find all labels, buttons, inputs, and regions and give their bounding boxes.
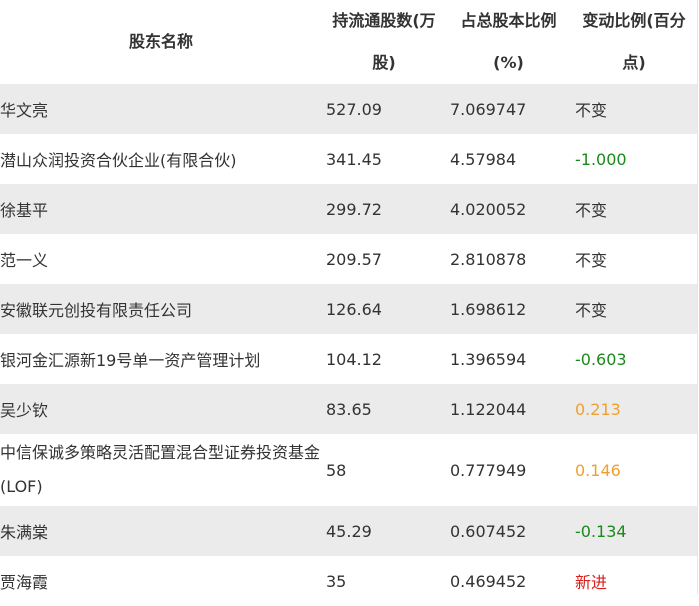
cell-holder-name: 贾海霞 (0, 573, 49, 592)
cell-holder-name: 潜山众润投资合伙企业(有限合伙) (0, 151, 237, 170)
header-change-ratio: 变动比例(百分点) (582, 11, 686, 72)
table-row: 华文亮 527.09 7.069747 不变 (0, 84, 697, 134)
table-row: 安徽联元创投有限责任公司 126.64 1.698612 不变 (0, 284, 697, 334)
cell-float-shares: 299.72 (326, 199, 382, 219)
cell-float-shares: 104.12 (326, 349, 382, 369)
cell-float-shares: 83.65 (326, 399, 372, 419)
cell-float-shares: 45.29 (326, 521, 372, 541)
cell-change-ratio: -0.134 (575, 521, 627, 541)
cell-share-ratio: 1.698612 (450, 299, 527, 319)
cell-holder-name: 中信保诚多策略灵活配置混合型证券投资基金(LOF) (0, 443, 321, 496)
table-row: 范一义 209.57 2.810878 不变 (0, 234, 697, 284)
top-float-shareholders-table: 股东名称 持流通股数(万股) 占总股本比例(%) 变动比例(百分点) 华文亮 52… (0, 0, 697, 606)
cell-holder-name: 徐基平 (0, 201, 49, 220)
cell-change-ratio: -1.000 (575, 149, 627, 169)
table-header-row: 股东名称 持流通股数(万股) 占总股本比例(%) 变动比例(百分点) (0, 0, 697, 84)
header-share-ratio: 占总股本比例(%) (460, 11, 557, 72)
cell-share-ratio: 4.57984 (450, 149, 517, 169)
cell-share-ratio: 7.069747 (450, 99, 527, 119)
cell-change-ratio: 不变 (575, 201, 608, 220)
cell-float-shares: 126.64 (326, 299, 382, 319)
cell-holder-name: 银河金汇源新19号单一资产管理计划 (0, 351, 261, 370)
cell-share-ratio: 0.469452 (450, 571, 527, 591)
cell-share-ratio: 4.020052 (450, 199, 527, 219)
cell-change-ratio: -0.603 (575, 349, 627, 369)
cell-holder-name: 朱满棠 (0, 523, 49, 542)
cell-holder-name: 吴少钦 (0, 401, 49, 420)
table-row: 贾海霞 35 0.469452 新进 (0, 556, 697, 606)
shareholder-table-container: 股东名称 持流通股数(万股) 占总股本比例(%) 变动比例(百分点) 华文亮 52… (0, 0, 698, 606)
cell-share-ratio: 0.777949 (450, 460, 527, 480)
table-row: 潜山众润投资合伙企业(有限合伙) 341.45 4.57984 -1.000 (0, 134, 697, 184)
cell-share-ratio: 1.396594 (450, 349, 527, 369)
cell-holder-name: 华文亮 (0, 101, 49, 120)
table-row: 吴少钦 83.65 1.122044 0.213 (0, 384, 697, 434)
cell-share-ratio: 1.122044 (450, 399, 527, 419)
cell-change-ratio: 0.213 (575, 399, 621, 419)
cell-float-shares: 35 (326, 571, 347, 591)
header-holder-name: 股东名称 (128, 32, 193, 51)
cell-change-ratio: 不变 (575, 301, 608, 320)
cell-holder-name: 范一义 (0, 251, 49, 270)
table-row: 银河金汇源新19号单一资产管理计划 104.12 1.396594 -0.603 (0, 334, 697, 384)
cell-float-shares: 209.57 (326, 249, 382, 269)
cell-change-ratio: 不变 (575, 101, 608, 120)
cell-share-ratio: 2.810878 (450, 249, 527, 269)
cell-holder-name: 安徽联元创投有限责任公司 (0, 301, 193, 320)
cell-share-ratio: 0.607452 (450, 521, 527, 541)
table-row: 朱满棠 45.29 0.607452 -0.134 (0, 506, 697, 556)
cell-float-shares: 58 (326, 460, 347, 480)
cell-change-ratio: 不变 (575, 251, 608, 270)
cell-float-shares: 341.45 (326, 149, 382, 169)
table-row: 中信保诚多策略灵活配置混合型证券投资基金(LOF) 58 0.777949 0.146 (0, 434, 697, 506)
cell-change-ratio: 新进 (575, 573, 608, 592)
table-row: 徐基平 299.72 4.020052 不变 (0, 184, 697, 234)
cell-change-ratio: 0.146 (575, 460, 621, 480)
header-float-shares: 持流通股数(万股) (332, 11, 436, 72)
cell-float-shares: 527.09 (326, 99, 382, 119)
